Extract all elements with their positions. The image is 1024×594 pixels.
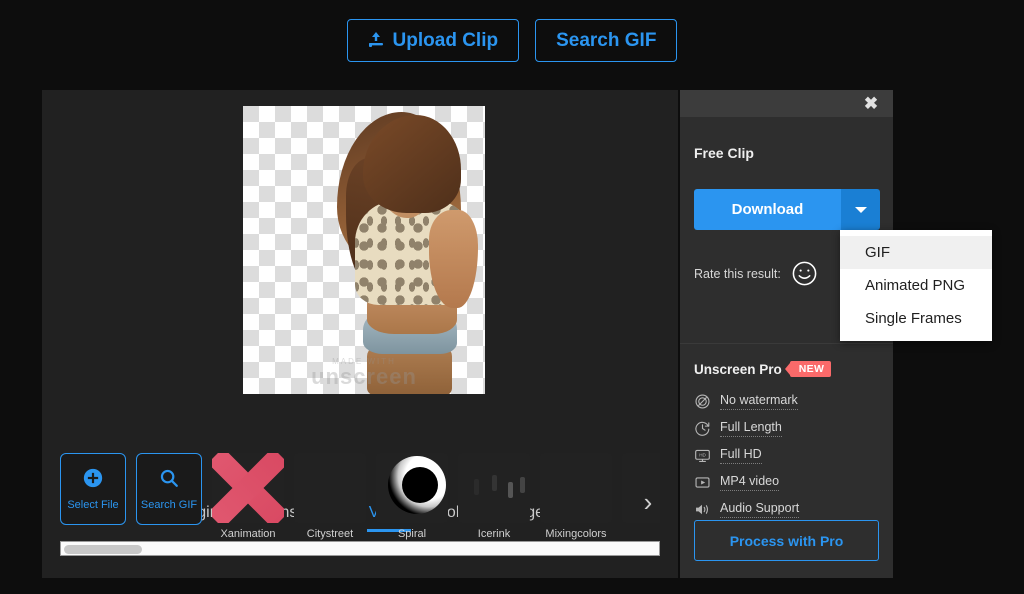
smiley-face-icon[interactable] <box>791 260 818 287</box>
search-gif-label: Search GIF <box>556 29 657 51</box>
clock-icon <box>694 420 711 437</box>
clip-title: Free Clip <box>694 145 754 161</box>
download-split-button: Download <box>694 189 893 230</box>
plus-circle-icon <box>82 467 104 494</box>
unscreen-pro-block: Unscreen Pro NEW No watermark Full Lengt… <box>680 343 893 578</box>
editor-panel: MADE WITH unscreen Original Transparent … <box>42 90 678 578</box>
svg-text:HD: HD <box>699 453 706 458</box>
preview-canvas[interactable]: MADE WITH unscreen <box>243 106 485 394</box>
download-format-menu: GIF Animated PNG Single Frames <box>840 230 992 341</box>
new-badge: NEW <box>789 361 832 377</box>
process-with-pro-button[interactable]: Process with Pro <box>694 520 879 561</box>
background-thumbnail-strip[interactable]: Select File Search GIF Xanimation Cityst… <box>60 453 660 551</box>
thumbnail-item[interactable]: Xanimation <box>212 453 284 540</box>
pro-title-row: Unscreen Pro NEW <box>694 361 893 377</box>
search-icon <box>158 467 180 494</box>
chevron-down-icon <box>854 206 867 213</box>
pro-feature-item: No watermark <box>694 393 893 410</box>
subject-image <box>325 106 485 394</box>
pro-feature-label: No watermark <box>720 393 798 410</box>
select-file-button[interactable]: Select File <box>60 453 126 525</box>
pro-feature-item: Audio Support <box>694 501 893 518</box>
thumbnail-item[interactable]: Mixingcolors <box>540 453 612 540</box>
thumbnail-item[interactable]: Citystreet <box>294 453 366 540</box>
pro-feature-label: Full HD <box>720 447 762 464</box>
select-file-label: Select File <box>67 499 119 511</box>
pro-feature-label: Audio Support <box>720 501 800 518</box>
speaker-icon <box>694 501 711 518</box>
rate-label: Rate this result: <box>694 266 781 281</box>
menu-item-animated-png[interactable]: Animated PNG <box>840 269 992 302</box>
close-icon[interactable]: ✖ <box>862 95 880 113</box>
thumbnail-scrollbar[interactable] <box>60 541 660 556</box>
thumbnail-item[interactable]: Icerink <box>458 453 530 540</box>
search-gif-thumb-label: Search GIF <box>140 499 198 511</box>
sidebar-header: ✖ <box>680 90 893 117</box>
pro-feature-label: MP4 video <box>720 474 780 491</box>
rating-row: Rate this result: <box>694 260 818 287</box>
pro-feature-item: Full Length <box>694 420 893 437</box>
no-watermark-icon <box>694 393 711 410</box>
upload-clip-label: Upload Clip <box>392 29 499 51</box>
top-action-bar: Upload Clip Search GIF <box>0 0 1024 80</box>
search-gif-button[interactable]: Search GIF <box>535 18 678 62</box>
thumbnail-label: Spiral <box>397 528 427 540</box>
menu-item-gif[interactable]: GIF <box>840 236 992 269</box>
play-box-icon <box>694 474 711 491</box>
thumbnail-label: Mixingcolors <box>545 528 607 540</box>
thumbnail-label: Citystreet <box>306 528 354 540</box>
thumbnail-label: Icerink <box>477 528 511 540</box>
menu-item-single-frames[interactable]: Single Frames <box>840 302 992 335</box>
chevron-right-icon[interactable]: › <box>638 485 658 519</box>
search-gif-thumb-button[interactable]: Search GIF <box>136 453 202 525</box>
pro-feature-list: No watermark Full Length HD Full HD MP4 … <box>694 393 893 518</box>
download-button[interactable]: Download <box>694 189 841 230</box>
upload-icon <box>368 32 384 48</box>
hd-monitor-icon: HD <box>694 447 711 464</box>
pro-title: Unscreen Pro <box>694 361 782 377</box>
thumbnail-item[interactable]: Spiral <box>376 453 448 540</box>
scrollbar-thumb[interactable] <box>64 545 142 554</box>
pro-feature-label: Full Length <box>720 420 782 437</box>
pro-feature-item: MP4 video <box>694 474 893 491</box>
download-format-dropdown-toggle[interactable] <box>841 189 880 230</box>
pro-feature-item: HD Full HD <box>694 447 893 464</box>
thumbnail-label: Xanimation <box>220 528 276 540</box>
upload-clip-button[interactable]: Upload Clip <box>346 18 520 62</box>
app-root: Upload Clip Search GIF MADE WITH unscree… <box>0 0 1024 594</box>
